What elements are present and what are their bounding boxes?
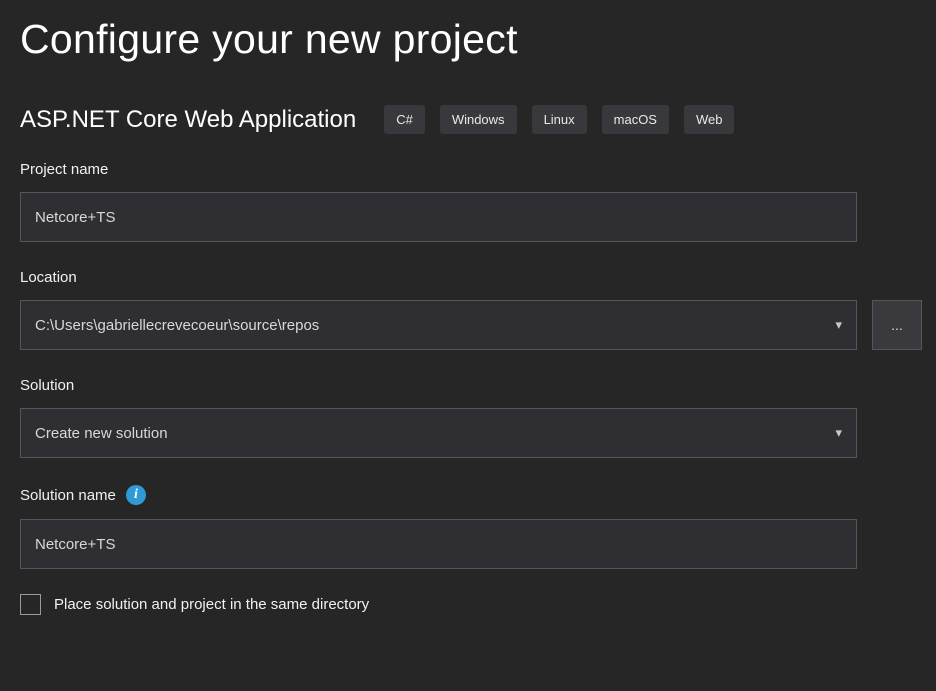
location-field: Location C:\Users\gabriellecrevecoeur\so… [20,269,922,350]
chevron-down-icon[interactable]: ▾ [825,317,842,333]
same-directory-row: Place solution and project in the same d… [20,594,922,615]
location-row: C:\Users\gabriellecrevecoeur\source\repo… [20,300,922,350]
location-label: Location [20,269,922,286]
same-directory-checkbox[interactable] [20,594,41,615]
solution-name-label: Solution name [20,487,116,504]
info-icon[interactable]: i [126,485,146,505]
project-name-label: Project name [20,161,922,178]
solution-name-input[interactable] [20,519,857,569]
same-directory-label[interactable]: Place solution and project in the same d… [54,596,369,613]
chevron-down-icon[interactable]: ▾ [825,425,842,441]
solution-value: Create new solution [35,425,168,442]
location-value: C:\Users\gabriellecrevecoeur\source\repo… [35,317,319,334]
browse-button[interactable]: ... [872,300,922,350]
project-type-row: ASP.NET Core Web Application C# Windows … [20,105,922,134]
solution-field: Solution Create new solution ▾ [20,377,922,458]
location-combobox[interactable]: C:\Users\gabriellecrevecoeur\source\repo… [20,300,857,350]
tag-web: Web [684,105,735,134]
configure-project-page: Configure your new project ASP.NET Core … [0,0,936,615]
solution-name-label-row: Solution name i [20,485,922,505]
project-name-field: Project name [20,161,922,242]
project-name-input[interactable] [20,192,857,242]
tag-windows: Windows [440,105,517,134]
tag-linux: Linux [532,105,587,134]
project-type-name: ASP.NET Core Web Application [20,106,356,134]
tag-csharp: C# [384,105,425,134]
solution-name-field: Solution name i [20,485,922,569]
solution-label: Solution [20,377,922,394]
tag-macos: macOS [602,105,669,134]
solution-dropdown[interactable]: Create new solution ▾ [20,408,857,458]
page-title: Configure your new project [20,16,922,63]
project-type-tags: C# Windows Linux macOS Web [384,105,734,134]
